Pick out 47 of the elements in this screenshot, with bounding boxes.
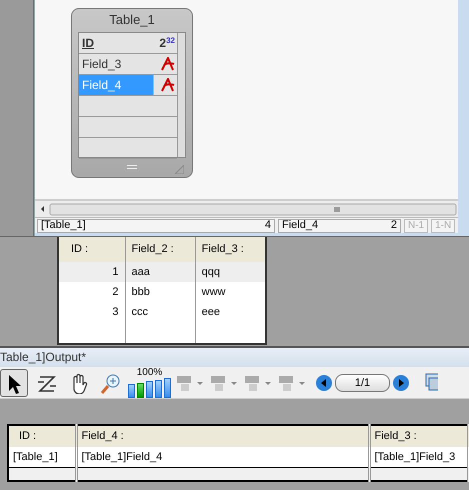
text-type-icon: [161, 78, 175, 92]
column-header: ID :: [8, 425, 76, 447]
windows-icon[interactable]: [424, 372, 438, 394]
previous-page-icon[interactable]: [315, 374, 333, 392]
status-table: [Table_1]: [41, 217, 86, 234]
column-header: Field_3 :: [195, 237, 266, 262]
table-cell: www: [195, 282, 266, 302]
status-count: 4: [264, 218, 271, 234]
table-cell: 3: [58, 302, 125, 322]
zoom-bar[interactable]: [137, 382, 144, 398]
column-header: ID :: [58, 237, 125, 262]
status-field: Field_4: [282, 217, 318, 234]
zoom-bar[interactable]: [164, 378, 171, 398]
zoom-icon: [99, 372, 121, 394]
tool-button[interactable]: [0, 368, 28, 396]
zoom-bar-group[interactable]: [128, 378, 171, 398]
table-cell: 1: [58, 262, 125, 282]
grip-icon[interactable]: [127, 165, 137, 170]
column-header: Field_4 :: [76, 425, 369, 447]
table-card[interactable]: Table_1 ID 2$^{32}$ Field_3 Field_4: [71, 8, 193, 178]
column-header: Field_2 :: [125, 237, 196, 262]
zoom-bar[interactable]: [128, 384, 135, 398]
zoom-bar[interactable]: [146, 381, 153, 398]
column-header: Field_3 :: [369, 425, 468, 447]
table-cell: qqq: [195, 262, 266, 282]
table-cell: aaa: [125, 262, 196, 282]
form-field[interactable]: [Table_1]: [8, 447, 76, 467]
zoom-bar[interactable]: [155, 380, 162, 398]
text-type-icon: [161, 57, 175, 71]
next-page-icon[interactable]: [392, 374, 410, 392]
table-cell: eee: [195, 302, 266, 322]
table-cell: bbb: [125, 282, 196, 302]
field-name: Field_4: [82, 77, 122, 94]
page-field[interactable]: 1/1: [335, 374, 390, 392]
form-field[interactable]: [Table_1]Field_3: [369, 447, 468, 467]
table-title: Table_1: [108, 11, 156, 29]
table-cell: 2: [58, 282, 125, 302]
resize-handle-icon[interactable]: [175, 165, 184, 174]
status-number: 2: [390, 218, 397, 234]
field-name: Field_3: [82, 56, 122, 73]
form-field[interactable]: [Table_1]Field_4: [76, 447, 369, 467]
field-name: ID: [82, 35, 94, 52]
scrollbar[interactable]: [177, 33, 185, 157]
table-cell: ccc: [125, 302, 196, 322]
window-title: Table_1]Output*: [0, 346, 469, 367]
zoom-level: 100%: [136, 367, 162, 378]
long-type-label: 2$^{32}$: [159, 35, 175, 52]
